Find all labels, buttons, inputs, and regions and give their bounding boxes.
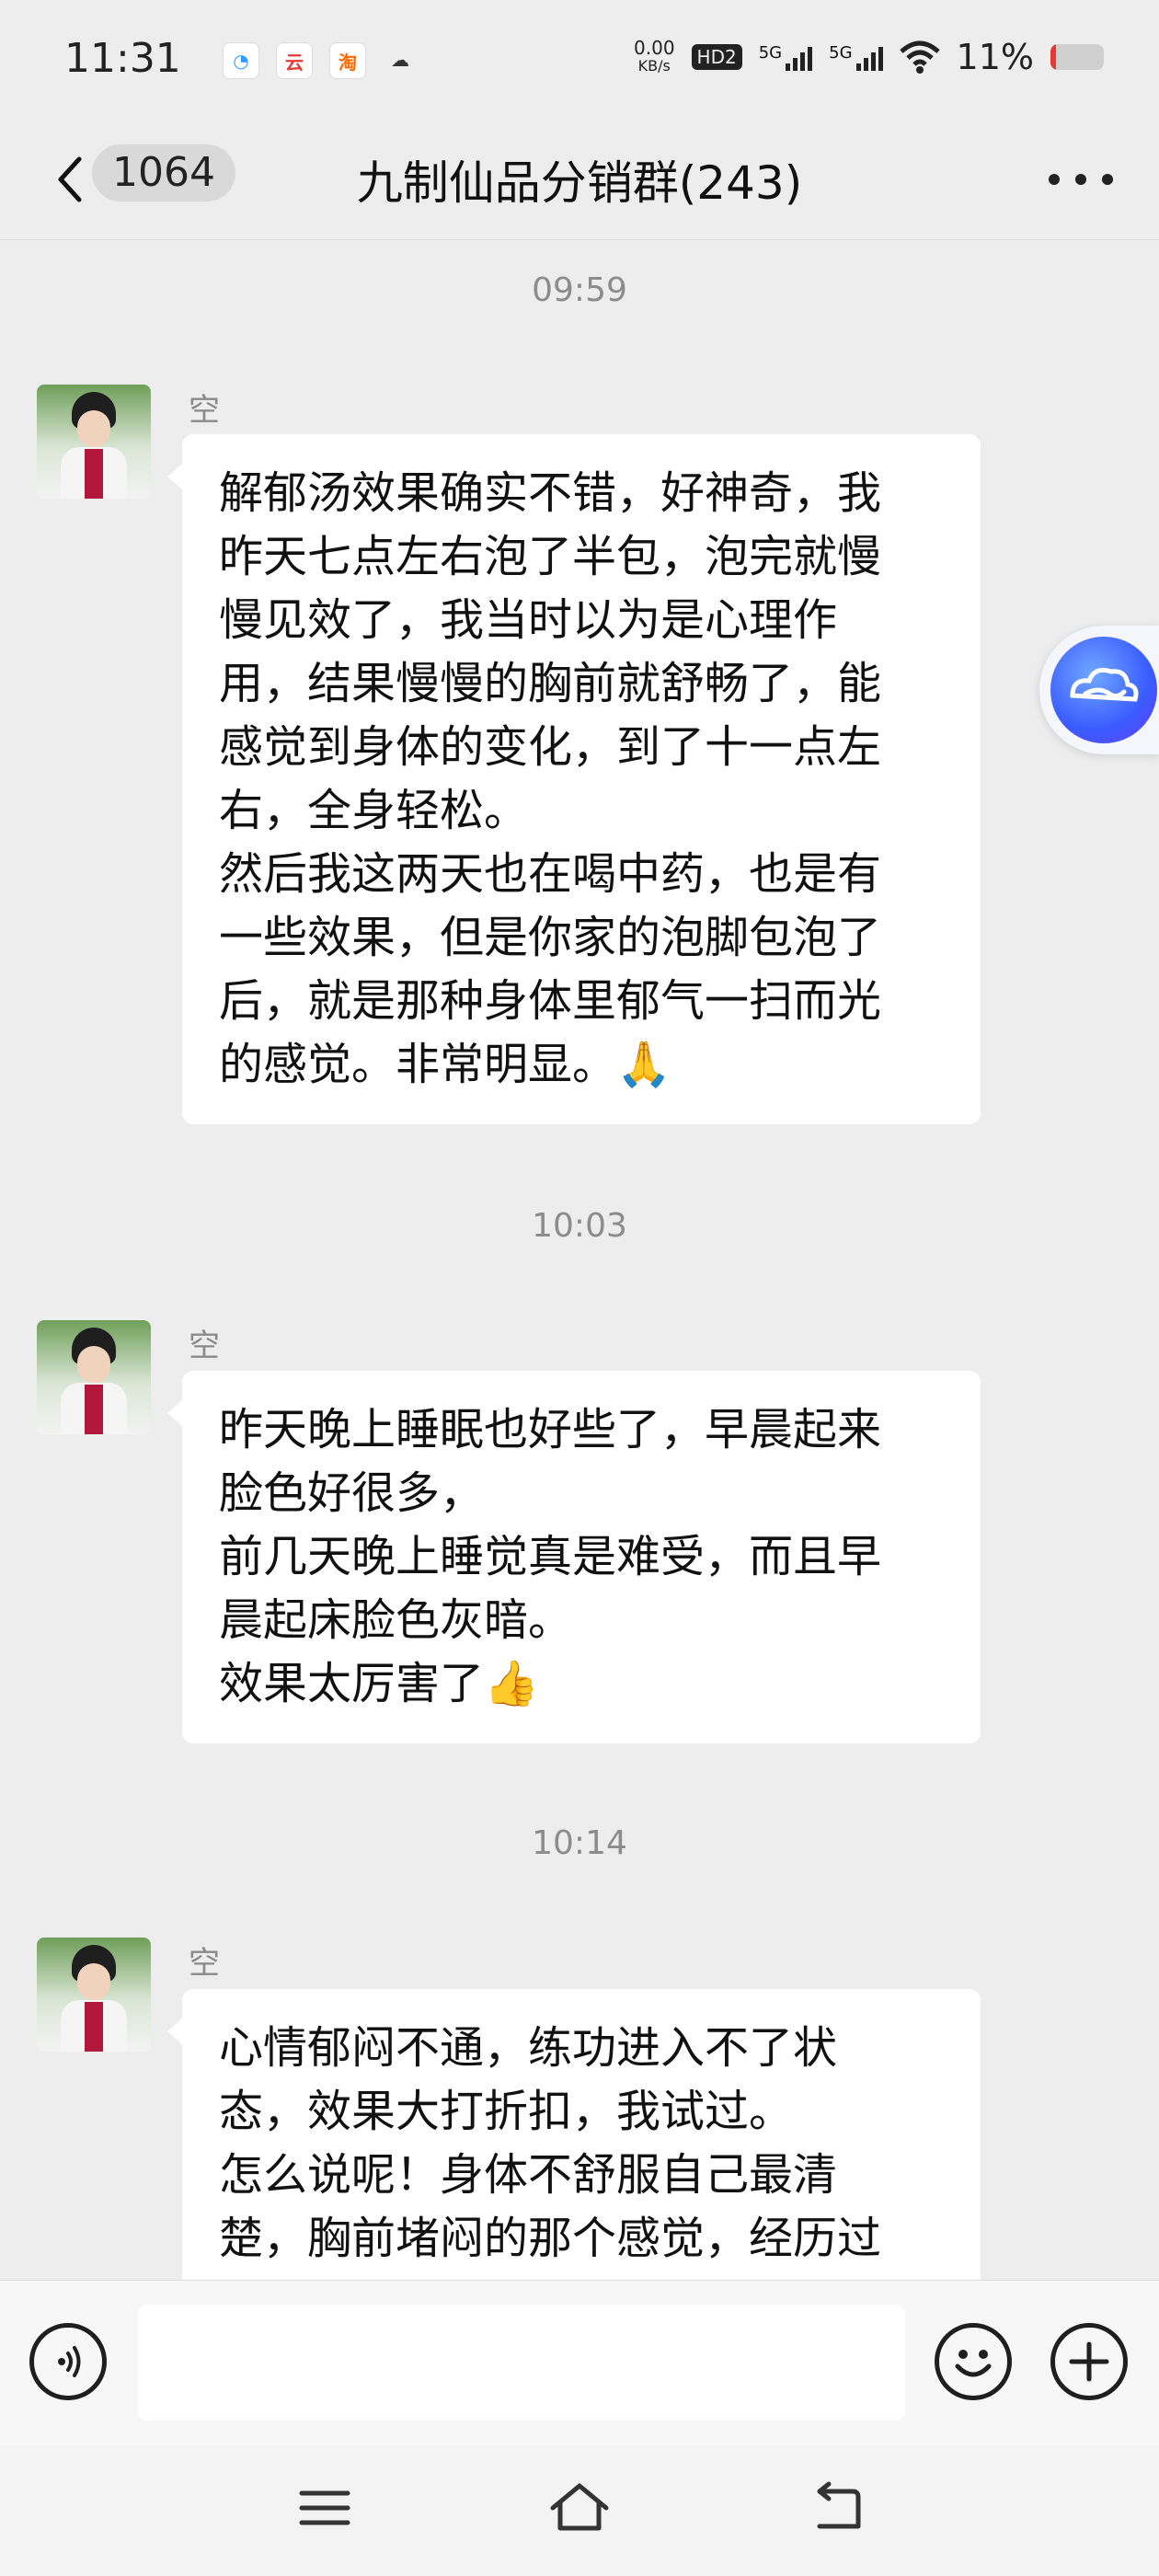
signal-1-bars-icon <box>786 43 813 71</box>
cloud-app-icon: 云 <box>276 42 313 79</box>
more-options-icon[interactable] <box>1049 161 1113 198</box>
battery-level <box>1050 44 1057 70</box>
network-speed-unit: KB/s <box>637 57 671 75</box>
message-text-line: 心情郁闷不通，练功进入不了状 <box>219 2022 838 2074</box>
message-timestamp: 10:14 <box>532 1824 627 1862</box>
signal-2-bars-icon <box>855 43 883 71</box>
message-text-line: 后，就是那种身体里郁气一扫而光 <box>219 975 882 1027</box>
signal-2-label: 5G <box>829 43 853 63</box>
message-text-line: 一些效果，但是你家的泡脚包泡了 <box>219 912 882 963</box>
taobao-app-icon: 淘 <box>329 42 366 79</box>
menu-icon[interactable] <box>293 2480 357 2536</box>
message-text-line: 前几天晚上睡觉真是难受，而且早 <box>219 1531 882 1582</box>
message-text-line: 晨起床脸色灰暗。 <box>219 1594 573 1646</box>
message-timestamp: 09:59 <box>532 271 627 309</box>
chat-header: 1064 九制仙品分销群(243) <box>0 124 1159 240</box>
message-input[interactable] <box>138 2305 905 2421</box>
message-text-line: 的感觉。非常明显。🙏 <box>219 1039 671 1090</box>
message-text-line: 效果太厉害了👍 <box>219 1658 539 1709</box>
sender-avatar[interactable] <box>37 1938 151 2052</box>
message-text-line: 怎么说呢！身体不舒服自己最清 <box>219 2149 838 2201</box>
message-text-line: 右，全身轻松。 <box>219 785 529 836</box>
voice-icon <box>58 2346 81 2377</box>
message-bubble[interactable]: 昨天晚上睡眠也好些了，早晨起来 脸色好很多， 前几天晚上睡觉真是难受，而且早 晨起床脸… <box>167 1371 981 1743</box>
message-text-line: 解郁汤效果确实不错，好神奇，我 <box>219 467 882 519</box>
cloud-assistant-icon <box>1050 637 1157 743</box>
network-speed-value: 0.00 <box>634 37 675 59</box>
input-bar <box>0 2280 1159 2446</box>
bubble-tail <box>167 2018 182 2044</box>
message-text-line: 昨天晚上睡眠也好些了，早晨起来 <box>219 1404 882 1455</box>
message-text-line: 慢见效了，我当时以为是心理作 <box>219 594 838 646</box>
cloud-icon: ☁ <box>391 49 409 71</box>
bubble-tail <box>167 464 182 489</box>
back-icon[interactable] <box>805 2480 869 2536</box>
message-text-line: 态，效果大打折扣，我试过。 <box>219 2086 794 2137</box>
chat-bubble-app-icon: ◔ <box>223 42 259 79</box>
sender-avatar[interactable] <box>37 385 151 499</box>
message-text-line: 然后我这两天也在喝中药，也是有 <box>219 848 882 900</box>
wifi-icon <box>899 40 940 74</box>
message-bubble[interactable]: 解郁汤效果确实不错，好神奇，我 昨天七点左右泡了半包，泡完就慢 慢见效了，我当时以为… <box>167 434 981 1124</box>
emoji-button[interactable] <box>935 2323 1012 2400</box>
battery-icon <box>1050 44 1104 70</box>
smiley-icon <box>955 2350 992 2377</box>
message-text-line: 感觉到身体的变化，到了十一点左 <box>219 721 882 773</box>
hd-badge: HD2 <box>691 44 742 70</box>
home-icon[interactable] <box>547 2480 612 2536</box>
message-text-line: 脸色好很多， <box>219 1467 485 1519</box>
message-bubble[interactable]: 心情郁闷不通，练功进入不了状 态，效果大打折扣，我试过。 怎么说呢！身体不舒服自己最… <box>167 1989 981 2298</box>
status-indicators: 0.00 KB/s HD2 5G 5G 11% <box>634 37 1104 77</box>
network-speed: 0.00 KB/s <box>634 39 675 75</box>
message-text-line: 昨天七点左右泡了半包，泡完就慢 <box>219 531 882 582</box>
message-text-line: 楚，胸前堵闷的那个感觉，经历过 <box>219 2213 882 2264</box>
plus-icon <box>1069 2341 1109 2382</box>
signal-1: 5G <box>758 43 813 71</box>
battery-percent: 11% <box>956 37 1034 77</box>
sender-name: 空 <box>189 1328 220 1364</box>
sender-name: 空 <box>189 1945 220 1982</box>
signal-1-label: 5G <box>758 43 783 63</box>
sender-name: 空 <box>189 392 220 429</box>
signal-2: 5G <box>829 43 883 71</box>
more-functions-button[interactable] <box>1050 2323 1128 2400</box>
message-text-line: 用，结果慢慢的胸前就舒畅了，能 <box>219 658 882 709</box>
voice-input-button[interactable] <box>29 2323 107 2400</box>
bubble-tail <box>167 1400 182 1426</box>
sender-avatar[interactable] <box>37 1320 151 1434</box>
chat-title: 九制仙品分销群(243) <box>356 156 803 210</box>
system-navigation-bar <box>0 2445 1159 2576</box>
notification-icons: ◔ 云淘 ☁ <box>223 42 418 79</box>
status-time: 11:31 <box>64 35 181 82</box>
message-timestamp: 10:03 <box>532 1207 627 1245</box>
floating-assistant-button[interactable] <box>1039 626 1159 754</box>
status-bar: 11:31 ◔ 云淘 ☁ 0.00 KB/s HD2 5G 5G 11% <box>0 0 1159 124</box>
